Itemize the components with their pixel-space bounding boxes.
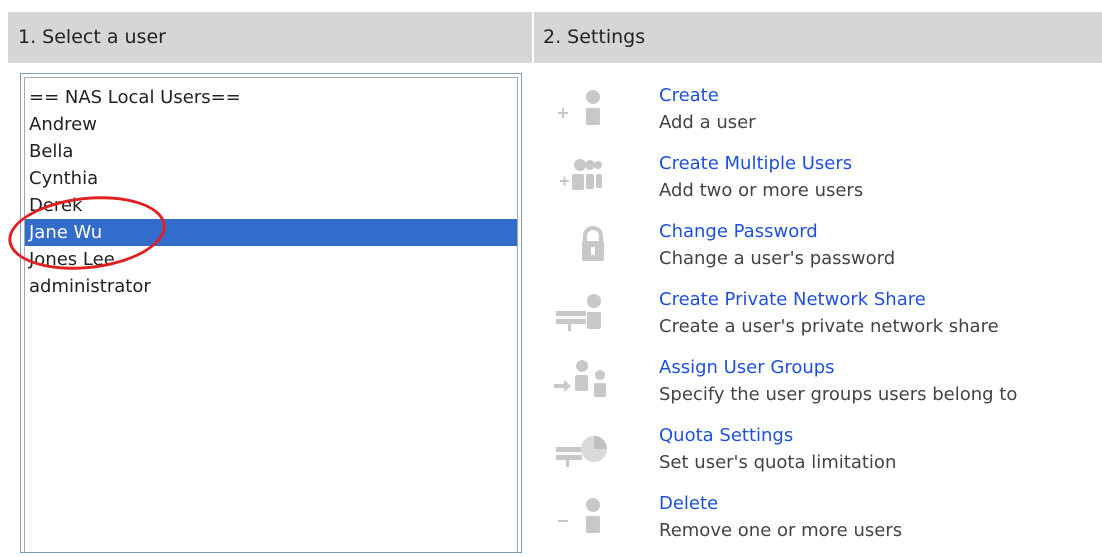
action-create[interactable]: Create Add a user [548, 83, 1098, 149]
delete-user-icon [558, 498, 600, 533]
delete-link[interactable]: Delete [659, 491, 718, 517]
left-margin [0, 63, 8, 543]
delete-description: Remove one or more users [659, 520, 903, 541]
add-user-icon [558, 90, 600, 125]
user-item-jane-wu-selected[interactable]: Jane Wu [25, 219, 517, 246]
action-quota-settings[interactable]: Quota Settings Set user's quota limitati… [548, 423, 1098, 489]
network-share-icon [556, 294, 601, 331]
action-assign-user-groups[interactable]: Assign User Groups Specify the user grou… [548, 355, 1098, 421]
user-group-label: == NAS Local Users== [29, 87, 241, 108]
create-multiple-description: Add two or more users [659, 180, 864, 201]
user-item-cynthia[interactable]: Cynthia [29, 165, 98, 192]
create-description: Add a user [659, 112, 756, 133]
user-listbox[interactable]: == NAS Local Users== Andrew Bella Cynthi… [20, 73, 522, 553]
create-private-share-link[interactable]: Create Private Network Share [659, 287, 926, 313]
user-item-bella[interactable]: Bella [29, 138, 73, 165]
select-user-header: 1. Select a user [8, 12, 532, 63]
change-password-description: Change a user's password [659, 248, 896, 269]
user-listbox-inner: == NAS Local Users== Andrew Bella Cynthi… [24, 77, 518, 552]
create-private-share-description: Create a user's private network share [659, 316, 999, 337]
assign-user-groups-description: Specify the user groups users belong to [659, 384, 1018, 405]
quota-icon [556, 436, 607, 467]
lock-icon [582, 226, 604, 261]
create-link[interactable]: Create [659, 83, 719, 109]
settings-header: 2. Settings [534, 12, 1102, 63]
quota-settings-description: Set user's quota limitation [659, 452, 897, 473]
user-item-derek[interactable]: Derek [29, 192, 82, 219]
change-password-link[interactable]: Change Password [659, 219, 818, 245]
user-item-jones-lee[interactable]: Jones Lee [29, 246, 115, 273]
action-delete[interactable]: Delete Remove one or more users [548, 491, 1098, 557]
user-item-administrator[interactable]: administrator [29, 273, 151, 300]
action-create-private-share[interactable]: Create Private Network Share Create a us… [548, 287, 1098, 353]
action-create-multiple[interactable]: Create Multiple Users Add two or more us… [548, 151, 1098, 217]
user-item-andrew[interactable]: Andrew [29, 111, 97, 138]
top-margin [0, 0, 1102, 12]
create-multiple-link[interactable]: Create Multiple Users [659, 151, 852, 177]
assign-user-groups-link[interactable]: Assign User Groups [659, 355, 835, 381]
action-change-password[interactable]: Change Password Change a user's password [548, 219, 1098, 285]
column-separator [532, 12, 534, 543]
user-groups-icon [554, 360, 606, 397]
add-multiple-users-icon [560, 159, 602, 190]
quota-settings-link[interactable]: Quota Settings [659, 423, 793, 449]
